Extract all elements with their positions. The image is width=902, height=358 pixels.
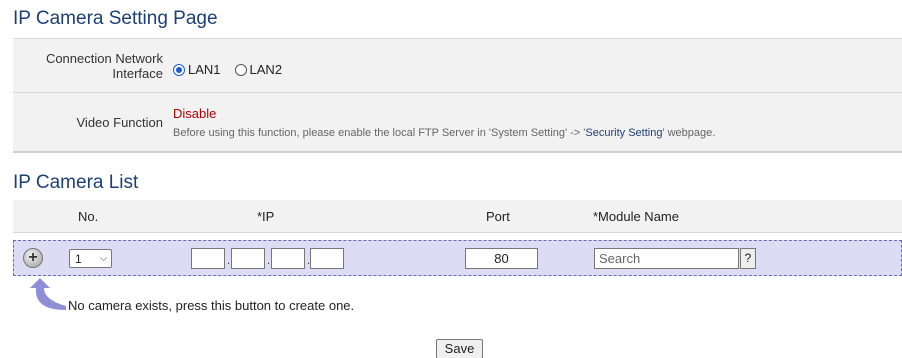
ip-octet-1-input[interactable] bbox=[191, 248, 225, 269]
radio-unchecked-icon[interactable] bbox=[234, 63, 247, 76]
camera-row: + 1 ⌵ . . . 80 Search ? bbox=[13, 240, 902, 276]
save-button[interactable]: Save bbox=[436, 339, 483, 358]
ip-dot: . bbox=[267, 255, 271, 267]
note-prefix: Before using this function, please enabl… bbox=[173, 126, 586, 139]
radio-lan1-label: LAN1 bbox=[188, 62, 221, 77]
empty-list-hint: No camera exists, press this button to c… bbox=[68, 298, 355, 313]
ip-dot: . bbox=[227, 255, 231, 267]
note-suffix: ' webpage. bbox=[662, 126, 716, 139]
module-help-button[interactable]: ? bbox=[740, 248, 756, 269]
ip-octet-2-input[interactable] bbox=[231, 248, 265, 269]
header-module-name: *Module Name bbox=[593, 209, 679, 224]
chevron-down-icon: ⌵ bbox=[100, 253, 107, 263]
connection-label: Connection Network Interface bbox=[45, 50, 163, 81]
connection-row: Connection Network Interface LAN1 LAN2 bbox=[13, 39, 902, 93]
header-ip: *IP bbox=[257, 209, 275, 224]
security-setting-link[interactable]: Security Setting bbox=[585, 127, 662, 139]
port-input[interactable]: 80 bbox=[465, 248, 538, 269]
header-no: No. bbox=[78, 209, 99, 224]
plus-icon: + bbox=[28, 249, 38, 266]
video-status: Disable bbox=[173, 105, 217, 121]
header-port: Port bbox=[486, 209, 510, 224]
module-search-input[interactable]: Search bbox=[594, 248, 739, 269]
setting-table: Connection Network Interface LAN1 LAN2 V… bbox=[13, 38, 902, 153]
ip-octet-4-input[interactable] bbox=[310, 248, 344, 269]
radio-lan2[interactable]: LAN2 bbox=[234, 62, 283, 77]
radio-checked-icon[interactable] bbox=[173, 63, 185, 76]
video-row: Video Function Disable Before using this… bbox=[13, 93, 902, 153]
curved-arrow-icon bbox=[30, 278, 66, 310]
add-camera-button[interactable]: + bbox=[23, 248, 43, 268]
camera-no-value: 1 bbox=[75, 251, 82, 266]
setting-page-title: IP Camera Setting Page bbox=[13, 8, 218, 29]
video-note: Before using this function, please enabl… bbox=[173, 127, 715, 139]
camera-list-header: No. *IP Port *Module Name bbox=[13, 200, 902, 233]
lan-radio-group: LAN1 LAN2 bbox=[173, 62, 282, 77]
video-label: Video Function bbox=[76, 114, 164, 130]
radio-lan1[interactable]: LAN1 bbox=[173, 62, 221, 77]
radio-lan2-label: LAN2 bbox=[249, 62, 283, 77]
camera-list-title: IP Camera List bbox=[13, 172, 139, 193]
camera-no-select[interactable]: 1 ⌵ bbox=[69, 249, 112, 268]
ip-octet-3-input[interactable] bbox=[271, 248, 305, 269]
